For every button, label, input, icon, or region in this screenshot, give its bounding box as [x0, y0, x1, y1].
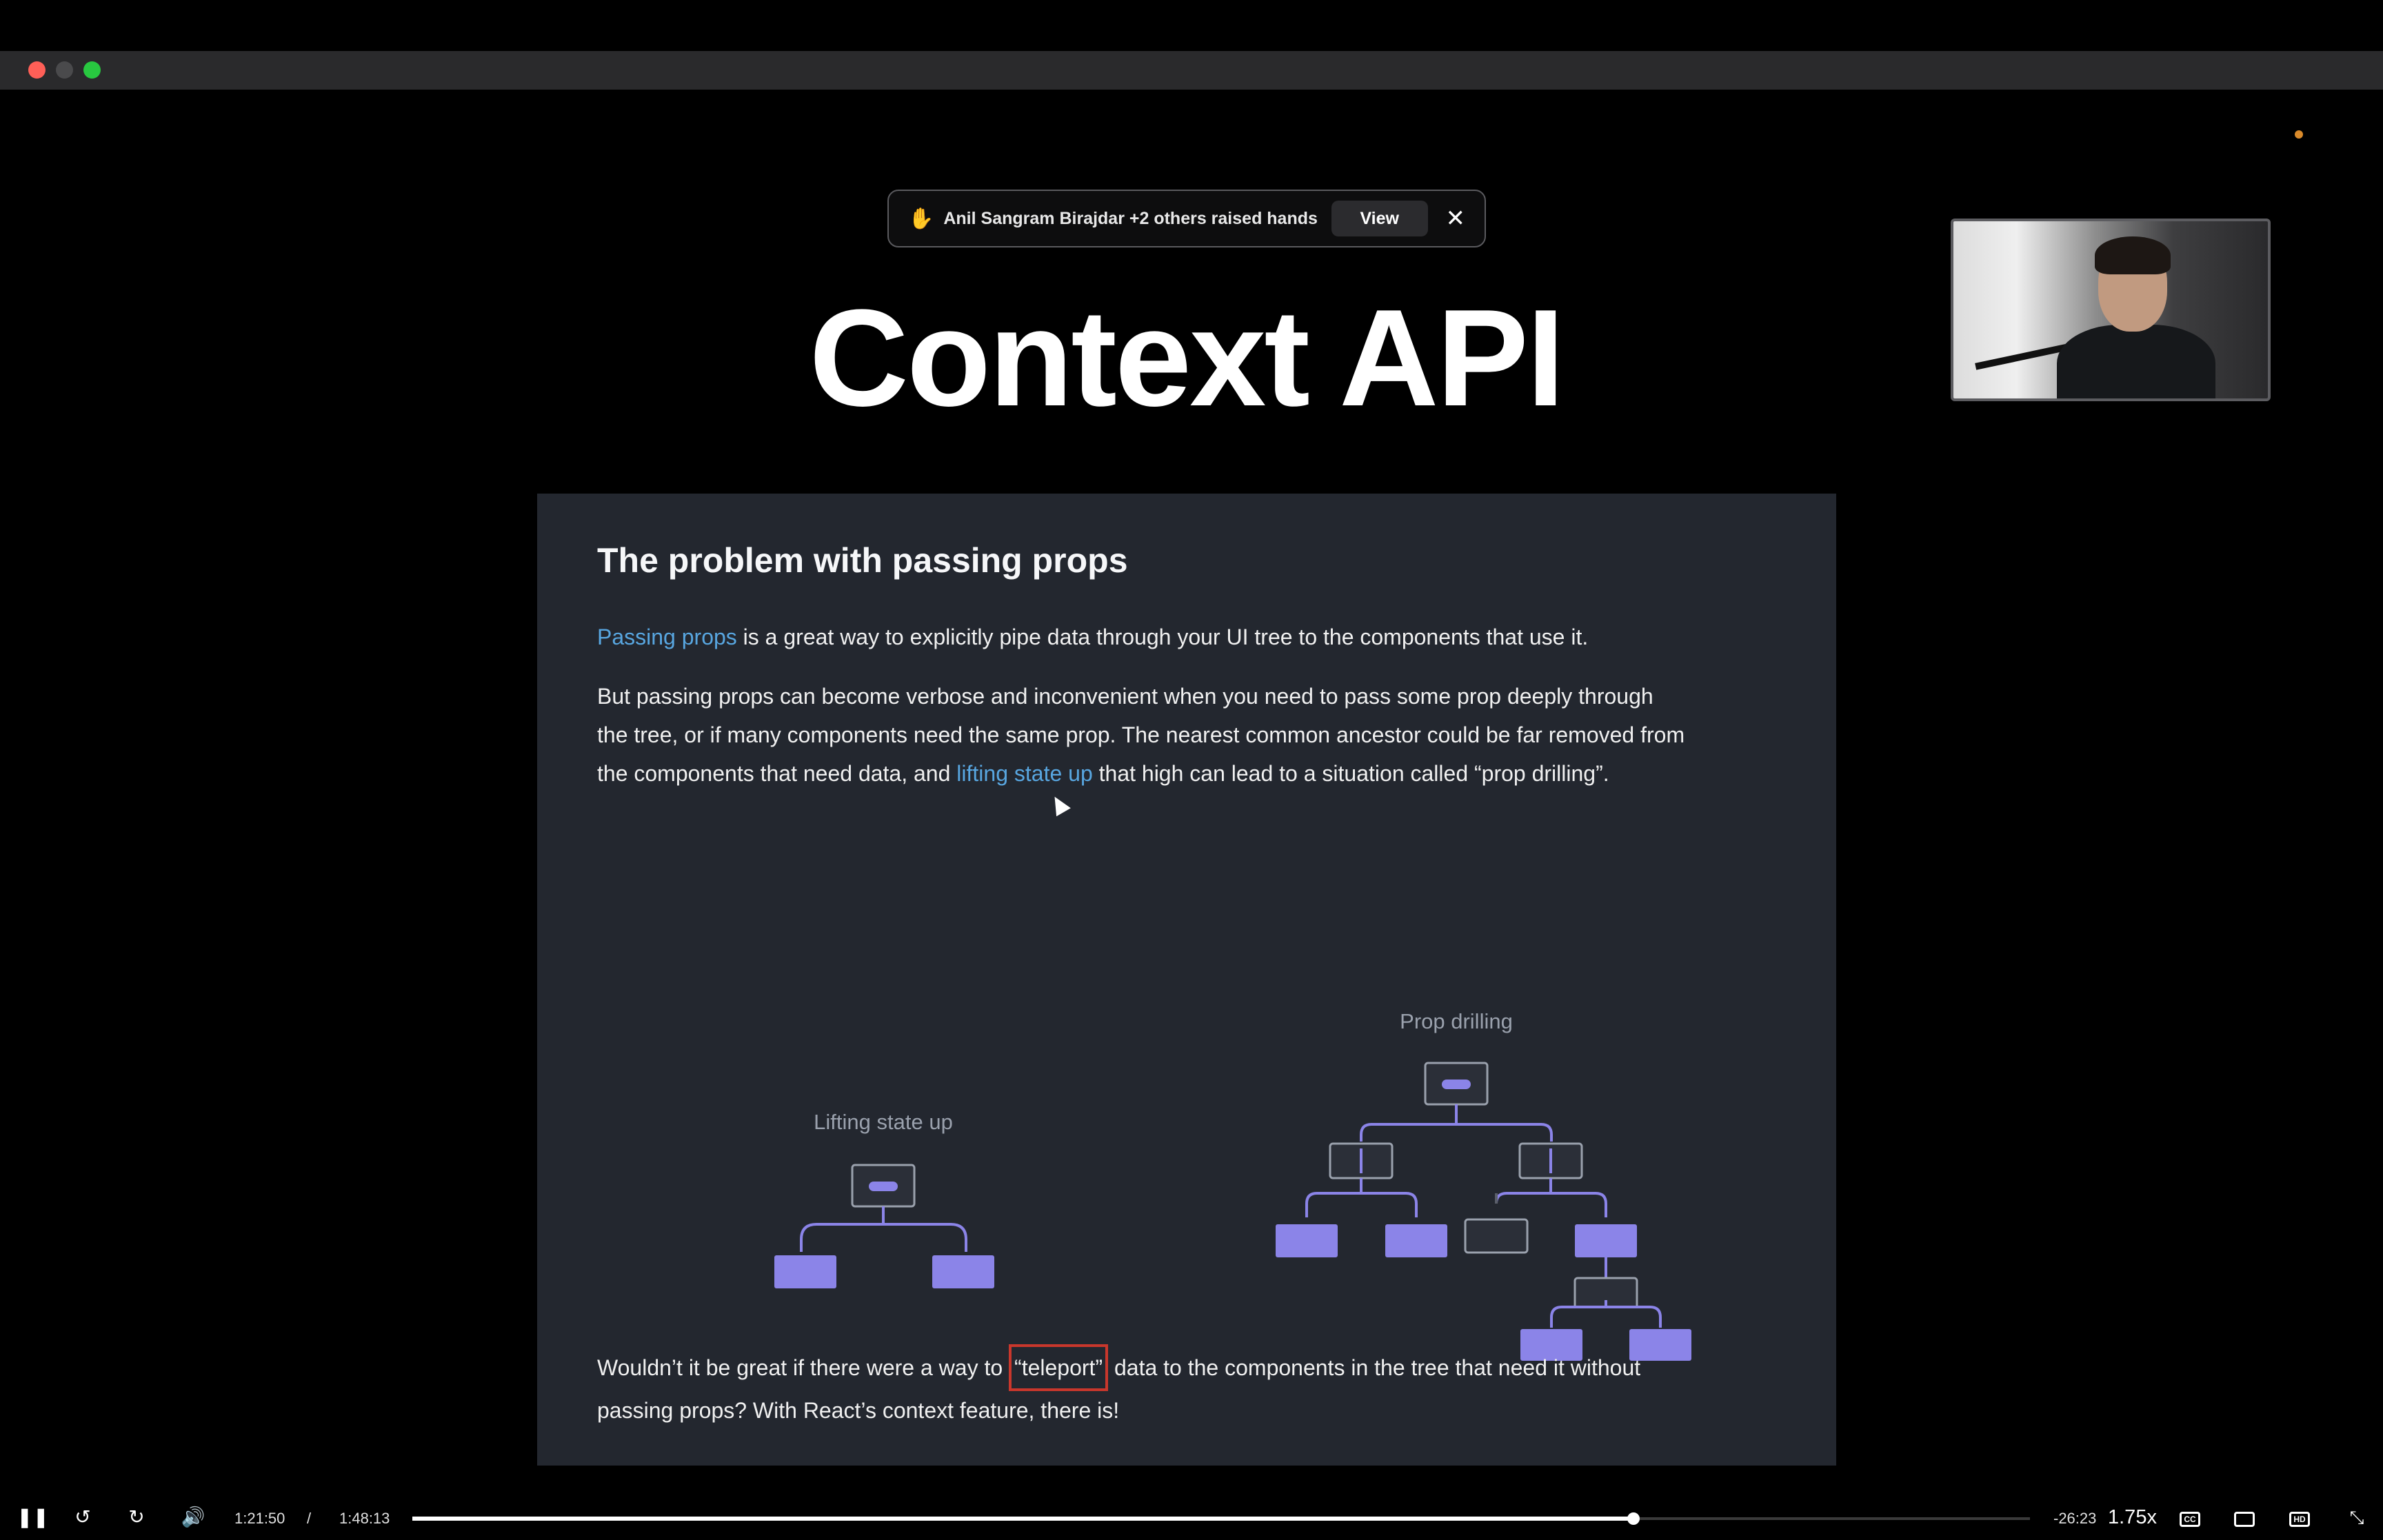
passing-props-link[interactable]: Passing props — [597, 625, 737, 649]
top-black-bar — [0, 0, 2383, 51]
paragraph-intro: Passing props is a great way to explicit… — [597, 618, 1769, 656]
playback-speed-button[interactable]: 1.75x — [2108, 1506, 2157, 1529]
webcam-presenter-body — [2057, 325, 2215, 398]
drill-leaf-3 — [1575, 1224, 1637, 1257]
window-titlebar — [0, 51, 2383, 90]
volume-icon[interactable]: 🔊 — [181, 1505, 205, 1530]
paragraph-problem-line-2: the tree, or if many components need the… — [597, 722, 1685, 747]
raised-hand-icon: ✋ — [908, 207, 934, 230]
paragraph-teleport: Wouldn’t it be great if there were a way… — [597, 1344, 1769, 1430]
lifting-state-up-label: Lifting state up — [814, 1110, 953, 1134]
paragraph-problem-line-3a: the components that need data, and — [597, 761, 957, 786]
duration: 1:48:13 — [339, 1510, 390, 1527]
current-time: 1:21:50 — [234, 1510, 285, 1527]
component-tree-diagram: Lifting state up Prop drilling — [774, 1009, 1638, 1307]
prop-drilling-tree — [1276, 1062, 1638, 1307]
time-separator: / — [307, 1510, 312, 1527]
close-icon[interactable]: ✕ — [1446, 205, 1466, 232]
paragraph-teleport-text-b: data to the components in the tree that … — [1108, 1355, 1641, 1380]
teleport-highlight: “teleport” — [1009, 1344, 1109, 1391]
tree-node-child-left — [774, 1255, 836, 1288]
maximize-window-button[interactable] — [83, 61, 101, 79]
view-button[interactable]: View — [1331, 201, 1428, 236]
drill-leaf-2 — [1385, 1224, 1447, 1257]
picture-in-picture-icon[interactable] — [2234, 1512, 2255, 1527]
lifting-state-up-tree — [774, 1164, 994, 1288]
drill-edges-bottom — [1550, 1300, 1662, 1328]
paragraph-teleport-line-1: Wouldn’t it be great if there were a way… — [597, 1344, 1769, 1391]
drill-leaf-unused — [1464, 1218, 1529, 1254]
paragraph-teleport-text-a: Wouldn’t it be great if there were a way… — [597, 1355, 1009, 1380]
recording-indicator-icon — [2295, 130, 2303, 139]
presenter-webcam-video[interactable] — [1951, 219, 2271, 401]
paragraph-teleport-line-2: passing props? With React’s context feat… — [597, 1398, 1120, 1423]
captions-icon[interactable]: CC — [2180, 1512, 2200, 1527]
forward-icon[interactable]: ↻ — [124, 1505, 149, 1530]
rewind-icon[interactable]: ↺ — [70, 1505, 95, 1530]
tree-node-state-pill — [869, 1182, 898, 1191]
slide-heading: Context API — [809, 281, 1565, 435]
hd-quality-icon[interactable]: HD — [2289, 1512, 2310, 1527]
exit-fullscreen-icon[interactable]: ⤡ — [2344, 1505, 2369, 1530]
card-title: The problem with passing props — [597, 541, 1128, 580]
paragraph-problem-line-3b: that high can lead to a situation called… — [1092, 761, 1609, 786]
close-window-button[interactable] — [28, 61, 46, 79]
drill-leaf-1 — [1276, 1224, 1338, 1257]
paragraph-intro-text: is a great way to explicitly pipe data t… — [736, 625, 1589, 649]
seek-bar-played — [412, 1517, 1633, 1521]
minimize-window-button[interactable] — [56, 61, 73, 79]
tree-node-child-right — [932, 1255, 994, 1288]
seek-handle[interactable] — [1627, 1512, 1640, 1525]
remaining-time: -26:23 — [2053, 1510, 2097, 1527]
slide-content-card: The problem with passing props Passing p… — [537, 494, 1836, 1466]
prop-drilling-label: Prop drilling — [1400, 1009, 1513, 1033]
paragraph-problem: But passing props can become verbose and… — [597, 677, 1769, 793]
drill-edges-right-branch — [1495, 1178, 1607, 1217]
paragraph-problem-line-3: the components that need data, and lifti… — [597, 754, 1769, 793]
raised-hands-notification: ✋ Anil Sangram Birajdar +2 others raised… — [887, 190, 1486, 247]
webcam-presenter-hair — [2095, 236, 2171, 274]
tree-edges — [800, 1206, 967, 1252]
drill-edges-left-branch — [1305, 1178, 1418, 1217]
drill-node-state-pill — [1442, 1080, 1471, 1089]
lifting-state-up-link[interactable]: lifting state up — [956, 761, 1092, 786]
drill-edges-level-1 — [1360, 1104, 1553, 1142]
paragraph-problem-line-1: But passing props can become verbose and… — [597, 684, 1653, 709]
pause-icon[interactable]: ❚❚ — [17, 1505, 49, 1530]
raised-hands-text: Anil Sangram Birajdar +2 others raised h… — [943, 208, 1318, 228]
